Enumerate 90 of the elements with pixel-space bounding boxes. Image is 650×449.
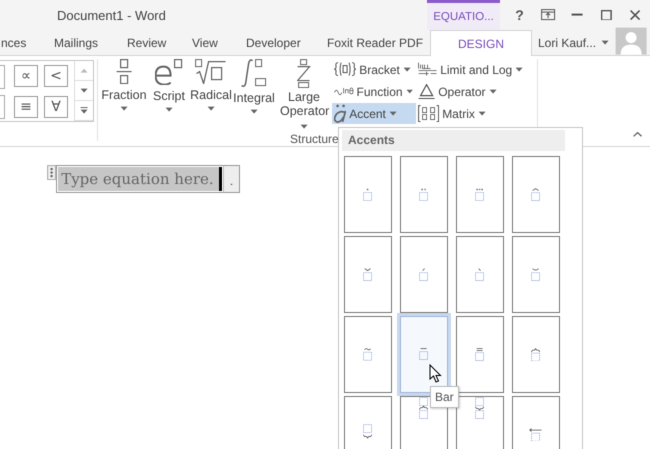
cursor-icon bbox=[429, 364, 442, 384]
up-arrow-icon bbox=[80, 68, 88, 74]
caret-icon bbox=[250, 108, 258, 114]
caret-icon bbox=[164, 107, 174, 112]
accent-button[interactable]: Accent bbox=[332, 103, 416, 124]
more-icon bbox=[80, 106, 88, 114]
fraction-icon bbox=[116, 59, 132, 84]
radical-icon bbox=[195, 59, 227, 84]
ribbon-display-icon bbox=[541, 9, 556, 21]
limit-button[interactable]: Limit and Log bbox=[416, 59, 531, 80]
operator-icon bbox=[418, 84, 436, 100]
accent-template-icon bbox=[531, 348, 541, 362]
accent-template-icon bbox=[363, 188, 373, 202]
caret-icon bbox=[601, 40, 610, 46]
accent-template-icon bbox=[363, 348, 373, 361]
group-label: Structure bbox=[290, 132, 339, 146]
help-button[interactable]: ? bbox=[505, 0, 534, 30]
accent-template-icon bbox=[419, 348, 429, 361]
script-button[interactable]: Script bbox=[148, 56, 190, 132]
accent-template-icon bbox=[475, 397, 485, 420]
menu-header: Accents bbox=[342, 130, 565, 151]
script-icon bbox=[155, 59, 183, 86]
caret-icon bbox=[300, 124, 308, 130]
down-arrow-icon bbox=[80, 88, 88, 94]
bracket-button[interactable]: Bracket bbox=[332, 59, 416, 80]
context-tab-label: EQUATIO... bbox=[427, 0, 500, 30]
accent-option[interactable] bbox=[400, 316, 448, 393]
accent-template-icon bbox=[529, 428, 543, 442]
accent-template-icon bbox=[363, 424, 373, 439]
bracket-icon bbox=[334, 62, 356, 77]
integral-button[interactable]: Integral bbox=[232, 56, 276, 132]
accent-option[interactable] bbox=[456, 236, 504, 313]
operator-button[interactable]: Operator bbox=[416, 81, 531, 102]
accent-template-icon bbox=[363, 268, 373, 282]
function-icon bbox=[334, 87, 354, 96]
radical-button[interactable]: Radical bbox=[190, 56, 232, 132]
symbol-button[interactable]: < bbox=[44, 65, 68, 87]
accent-option[interactable] bbox=[400, 236, 448, 313]
caret-icon bbox=[206, 106, 216, 112]
accent-option[interactable] bbox=[512, 156, 560, 233]
large-operator-button[interactable]: Large Operator bbox=[276, 56, 332, 132]
accent-template-icon bbox=[475, 348, 485, 362]
symbol-button[interactable]: ∝ bbox=[14, 65, 38, 87]
accent-option[interactable] bbox=[456, 316, 504, 393]
integral-icon bbox=[241, 59, 267, 87]
function-button[interactable]: Function bbox=[332, 81, 416, 102]
limit-icon bbox=[418, 62, 438, 77]
accent-option[interactable] bbox=[344, 236, 392, 313]
accent-template-icon bbox=[475, 268, 485, 282]
ribbon-tab[interactable]: View bbox=[191, 30, 245, 55]
accent-template-icon bbox=[531, 268, 541, 282]
caret-icon bbox=[402, 66, 412, 72]
accent-option[interactable] bbox=[512, 236, 560, 313]
matrix-icon bbox=[418, 104, 440, 122]
caret-icon bbox=[488, 88, 497, 94]
accent-template-icon bbox=[419, 188, 429, 202]
accent-option[interactable] bbox=[512, 316, 560, 393]
ribbon-tab[interactable]: Mailings bbox=[53, 30, 126, 55]
accent-option[interactable] bbox=[344, 156, 392, 233]
accent-option[interactable] bbox=[400, 156, 448, 233]
accent-icon bbox=[334, 104, 346, 123]
caret-icon bbox=[120, 106, 128, 112]
caret-icon bbox=[388, 110, 398, 116]
fraction-button[interactable]: Fraction bbox=[100, 56, 148, 132]
ribbon-tab[interactable]: Review bbox=[126, 30, 191, 55]
account-menu[interactable]: Lori Kauf... bbox=[538, 30, 610, 55]
symbol-button[interactable]: ∀ bbox=[44, 96, 68, 118]
ribbon-tab[interactable]: Developer bbox=[245, 30, 326, 55]
accent-template-icon bbox=[475, 188, 485, 202]
symbol-button[interactable]: ≡ bbox=[14, 96, 38, 118]
matrix-button[interactable]: Matrix bbox=[416, 103, 531, 124]
caret-icon bbox=[406, 88, 413, 94]
accent-template-icon bbox=[419, 268, 429, 282]
close-icon bbox=[630, 10, 641, 20]
minimize-icon bbox=[571, 13, 584, 17]
maximize-icon bbox=[601, 10, 612, 20]
tooltip: Bar bbox=[430, 386, 459, 408]
ribbon-tab[interactable]: nces bbox=[0, 30, 53, 55]
caret-icon bbox=[515, 66, 524, 72]
sum-icon bbox=[297, 59, 311, 88]
drag-handle-icon bbox=[47, 165, 56, 180]
accent-template-icon bbox=[419, 397, 429, 420]
caret-icon bbox=[478, 110, 486, 116]
accent-option[interactable] bbox=[456, 156, 504, 233]
collapse-icon bbox=[632, 132, 642, 137]
ribbon-tab[interactable]: DESIGN bbox=[430, 30, 532, 56]
window-title: Document1 - Word bbox=[57, 8, 167, 22]
accent-template-icon bbox=[531, 188, 541, 202]
accent-option[interactable] bbox=[344, 316, 392, 393]
ribbon-tab[interactable]: Foxit Reader PDF bbox=[326, 30, 430, 55]
